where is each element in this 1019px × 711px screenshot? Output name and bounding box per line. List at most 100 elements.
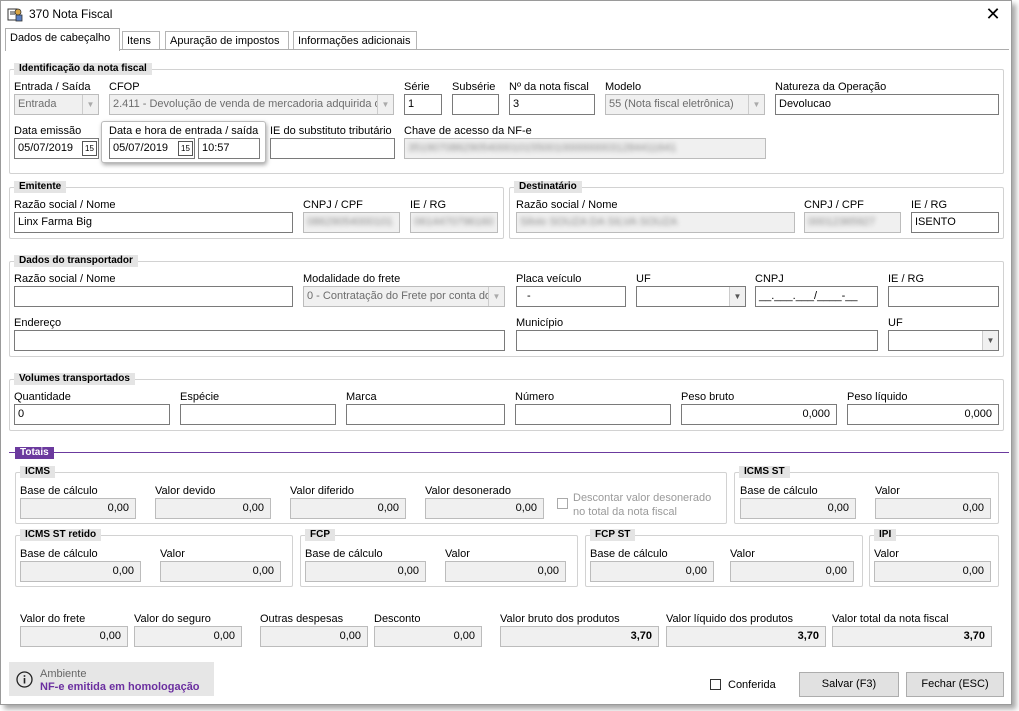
tab-apuracao-impostos[interactable]: Apuração de impostos <box>165 31 289 50</box>
ambiente-value: NF-e emitida em homologação <box>40 681 200 693</box>
subserie-input[interactable] <box>452 94 499 115</box>
fcp-st-base-value[interactable]: 0,00 <box>590 561 714 582</box>
icms-st-base-value[interactable]: 0,00 <box>740 498 856 519</box>
data-hora-label: Data e hora de entrada / saída <box>109 125 259 137</box>
modelo-value: 55 (Nota fiscal eletrônica) <box>609 98 734 110</box>
quantidade-input[interactable]: 0 <box>14 404 170 425</box>
placa-input[interactable]: - <box>516 286 626 307</box>
peso-bruto-input[interactable]: 0,000 <box>681 404 837 425</box>
municipio-label: Município <box>516 317 564 329</box>
fcp-valor-value[interactable]: 0,00 <box>445 561 566 582</box>
conferida-checkbox[interactable] <box>710 679 721 690</box>
chevron-down-icon: ▼ <box>748 95 764 114</box>
natureza-input[interactable]: Devolucao <box>775 94 999 115</box>
chevron-down-icon: ▼ <box>82 95 98 114</box>
tab-informacoes-adicionais[interactable]: Informações adicionais <box>293 31 417 50</box>
valor-total-value[interactable]: 3,70 <box>832 626 992 647</box>
entrada-saida-select[interactable]: Entrada ▼ <box>14 94 99 115</box>
icms-devido-value[interactable]: 0,00 <box>155 498 271 519</box>
descontar-desonerado-checkbox[interactable] <box>557 498 568 509</box>
data-emissao-input[interactable]: 05/07/2019 15 <box>14 138 99 159</box>
fechar-button[interactable]: Fechar (ESC) <box>906 672 1004 697</box>
icms-diferido-label: Valor diferido <box>290 485 354 497</box>
municipio-input[interactable] <box>516 330 878 351</box>
icms-base-label: Base de cálculo <box>20 485 98 497</box>
frete-label: Valor do frete <box>20 613 86 625</box>
chave-acesso-input[interactable]: 3519070862905400010155001000000003128441… <box>404 138 766 159</box>
transp-uf2-select[interactable]: ▼ <box>888 330 999 351</box>
ipi-valor-value[interactable]: 0,00 <box>874 561 991 582</box>
volume-numero-input[interactable] <box>515 404 671 425</box>
hora-entrada-input[interactable]: 10:57 <box>198 138 260 159</box>
frete-value[interactable]: 0,00 <box>20 626 128 647</box>
group-title: Dados do transportador <box>14 255 138 267</box>
desconto-value[interactable]: 0,00 <box>374 626 482 647</box>
especie-input[interactable] <box>180 404 336 425</box>
fcp-st-base-label: Base de cálculo <box>590 548 668 560</box>
destinatario-cnpj-input[interactable]: 00012365927 <box>804 212 901 233</box>
group-title: Identificação da nota fiscal <box>14 63 152 75</box>
tab-dados-cabecalho[interactable]: Dados de cabeçalho <box>5 28 120 51</box>
destinatario-ie-input[interactable]: ISENTO <box>911 212 999 233</box>
serie-input[interactable]: 1 <box>404 94 442 115</box>
marca-input[interactable] <box>346 404 505 425</box>
emitente-ie-label: IE / RG <box>410 199 447 211</box>
chevron-down-icon: ▼ <box>377 95 393 114</box>
entrada-saida-value: Entrada <box>18 98 57 110</box>
serie-label: Série <box>404 81 430 93</box>
transp-cnpj-input[interactable]: __.___.___/____-__ <box>755 286 878 307</box>
numero-nf-label: Nº da nota fiscal <box>509 81 589 93</box>
cfop-select[interactable]: 2.411 - Devolução de venda de mercadoria… <box>109 94 394 115</box>
modelo-select[interactable]: 55 (Nota fiscal eletrônica) ▼ <box>605 94 765 115</box>
numero-nf-input[interactable]: 3 <box>509 94 595 115</box>
transp-uf-select[interactable]: ▼ <box>636 286 746 307</box>
icms-desonerado-value[interactable]: 0,00 <box>425 498 544 519</box>
entrada-saida-label: Entrada / Saída <box>14 81 91 93</box>
close-icon[interactable]: ✕ <box>983 4 1003 24</box>
group-title: ICMS <box>20 466 55 478</box>
valor-liquido-value[interactable]: 3,70 <box>666 626 826 647</box>
endereco-label: Endereço <box>14 317 62 329</box>
icms-st-valor-value[interactable]: 0,00 <box>875 498 991 519</box>
transp-razao-input[interactable] <box>14 286 293 307</box>
transp-ie-input[interactable] <box>888 286 999 307</box>
emitente-razao-input[interactable]: Linx Farma Big <box>14 212 293 233</box>
destinatario-cnpj-label: CNPJ / CPF <box>804 199 864 211</box>
icms-st-retido-valor-label: Valor <box>160 548 185 560</box>
tab-itens[interactable]: Itens <box>122 31 160 50</box>
fcp-st-valor-label: Valor <box>730 548 755 560</box>
emitente-cnpj-input[interactable]: 08629054000101 <box>303 212 400 233</box>
seguro-value[interactable]: 0,00 <box>134 626 242 647</box>
fcp-base-value[interactable]: 0,00 <box>305 561 426 582</box>
group-title: IPI <box>874 529 897 541</box>
group-title: ICMS ST <box>739 466 790 478</box>
transp-uf-label: UF <box>636 273 651 285</box>
destinatario-razao-input[interactable]: Silvio SOUZA DA SILVA SOUZA <box>516 212 795 233</box>
emitente-ie-input[interactable]: 0614470796160 <box>410 212 498 233</box>
subserie-label: Subsérie <box>452 81 496 93</box>
transp-razao-label: Razão social / Nome <box>14 273 116 285</box>
calendar-icon[interactable]: 15 <box>82 141 97 156</box>
modalidade-select[interactable]: 0 - Contratação do Frete por conta do ▼ <box>303 286 505 307</box>
icms-diferido-value[interactable]: 0,00 <box>290 498 406 519</box>
salvar-button[interactable]: Salvar (F3) <box>799 672 899 697</box>
valor-liquido-label: Valor líquido dos produtos <box>666 613 793 625</box>
icms-st-retido-base-value[interactable]: 0,00 <box>20 561 141 582</box>
destinatario-razao-label: Razão social / Nome <box>516 199 618 211</box>
fcp-st-valor-value[interactable]: 0,00 <box>730 561 854 582</box>
emitente-cnpj-label: CNPJ / CPF <box>303 199 363 211</box>
outras-despesas-value[interactable]: 0,00 <box>260 626 368 647</box>
valor-bruto-value[interactable]: 3,70 <box>500 626 659 647</box>
modalidade-label: Modalidade do frete <box>303 273 401 285</box>
emitente-razao-label: Razão social / Nome <box>14 199 116 211</box>
chave-acesso-label: Chave de acesso da NF-e <box>404 125 532 137</box>
peso-liquido-input[interactable]: 0,000 <box>847 404 999 425</box>
ie-subst-input[interactable] <box>270 138 395 159</box>
endereco-input[interactable] <box>14 330 505 351</box>
modalidade-value: 0 - Contratação do Frete por conta do <box>307 290 492 302</box>
calendar-icon[interactable]: 15 <box>178 141 193 156</box>
emitente-cnpj-value: 08629054000101 <box>307 216 393 228</box>
icms-st-retido-valor-value[interactable]: 0,00 <box>160 561 281 582</box>
data-entrada-input[interactable]: 05/07/2019 15 <box>109 138 195 159</box>
icms-base-value[interactable]: 0,00 <box>20 498 136 519</box>
